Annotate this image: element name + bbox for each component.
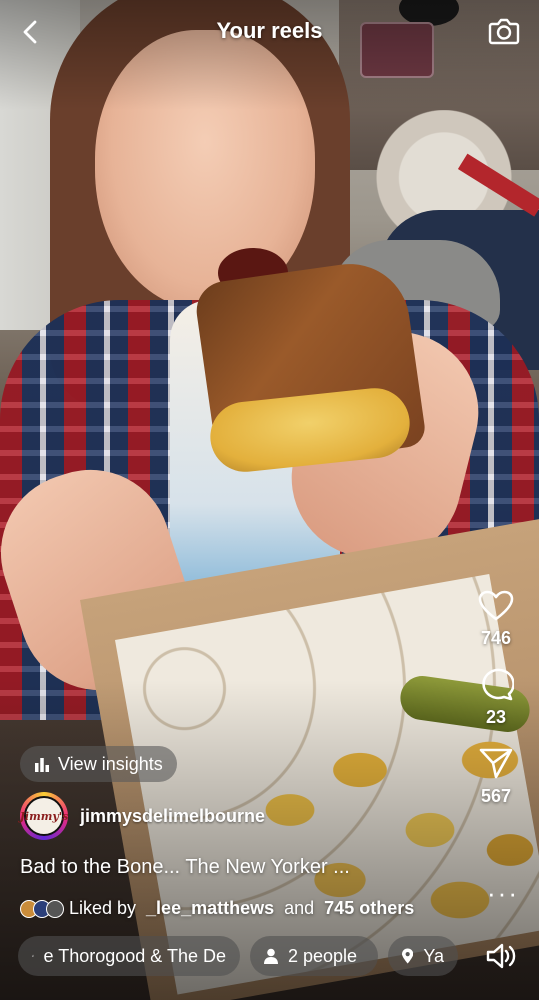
liked-by-prefix: Liked by — [69, 898, 137, 918]
heart-icon — [478, 590, 514, 621]
reel-actions: 746 23 567 — [461, 590, 531, 825]
speaker-icon — [486, 943, 516, 969]
like-count: 746 — [480, 628, 512, 648]
page-title: Your reels — [216, 18, 323, 43]
liker-avatar — [46, 899, 64, 918]
like-button[interactable]: 746 — [461, 590, 531, 649]
location-label: Ya — [423, 945, 444, 966]
share-count: 567 — [480, 786, 512, 806]
location-pin-icon — [402, 948, 414, 964]
avatar[interactable]: Jimmy's — [20, 792, 68, 840]
send-icon — [479, 748, 513, 779]
comment-icon — [482, 668, 514, 701]
audio-pill[interactable]: e Thorogood & The De — [18, 936, 240, 976]
view-insights-label: View insights — [58, 753, 163, 774]
camera-icon — [488, 18, 520, 45]
share-button[interactable]: 567 — [461, 746, 531, 807]
person-icon — [264, 948, 278, 964]
more-options-button[interactable]: ··· — [487, 880, 519, 906]
account-row: Jimmy's jimmysdelimelbourne — [20, 792, 265, 840]
reel-video-frame[interactable] — [0, 0, 539, 1000]
bar-chart-icon — [35, 758, 49, 772]
bottom-row: e Thorogood & The De 2 people Ya — [18, 936, 528, 976]
liked-by-others[interactable]: 745 others — [324, 898, 414, 919]
liker-username[interactable]: _lee_matthews — [146, 898, 274, 919]
music-note-icon — [32, 954, 34, 957]
tagged-people-pill[interactable]: 2 people — [250, 936, 378, 976]
camera-button[interactable] — [487, 14, 521, 48]
top-bar: Your reels — [0, 0, 539, 64]
comment-count: 23 — [485, 707, 507, 727]
username[interactable]: jimmysdelimelbourne — [80, 806, 265, 827]
liked-by-conjunction: and — [284, 898, 315, 918]
avatar-logo: Jimmy's — [20, 796, 68, 836]
view-insights-button[interactable]: View insights — [20, 746, 177, 782]
tagged-people-label: 2 people — [288, 945, 358, 966]
liker-avatars — [20, 899, 64, 918]
liked-by-row[interactable]: Liked by _lee_matthews and 745 others — [20, 898, 414, 919]
sound-toggle-button[interactable] — [483, 938, 519, 974]
location-pill[interactable]: Ya — [388, 936, 458, 976]
caption[interactable]: Bad to the Bone... The New Yorker ... — [20, 856, 350, 879]
audio-title: e Thorogood & The De — [43, 945, 226, 966]
comment-button[interactable]: 23 — [461, 667, 531, 728]
more-horizontal-icon: ··· — [487, 878, 519, 908]
